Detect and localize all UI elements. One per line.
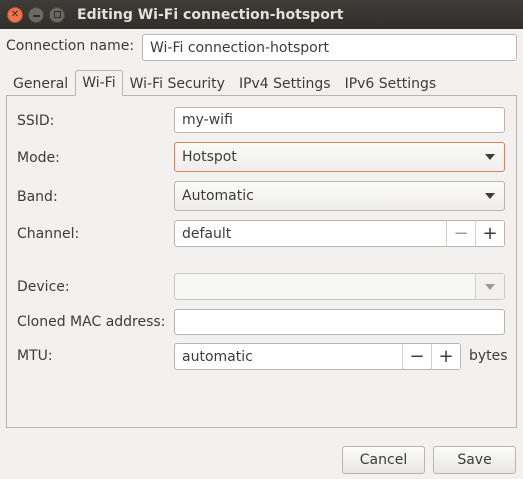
- dropdown-arrow-icon: [485, 193, 495, 199]
- ssid-label: SSID:: [17, 113, 55, 129]
- close-icon: ✕: [10, 8, 20, 20]
- channel-increment-button[interactable]: +: [475, 221, 504, 246]
- mode-dropdown[interactable]: Hotspot: [174, 142, 505, 172]
- mtu-label: MTU:: [17, 348, 53, 364]
- mtu-unit-label: bytes: [469, 348, 508, 364]
- tab-bar: General Wi-Fi Wi-Fi Security IPv4 Settin…: [6, 70, 443, 96]
- band-dropdown[interactable]: Automatic: [174, 181, 505, 211]
- mode-label: Mode:: [17, 150, 60, 166]
- dropdown-arrow-icon: [485, 154, 495, 160]
- channel-label: Channel:: [17, 226, 80, 242]
- mtu-spinner: automatic − +: [174, 343, 461, 370]
- maximize-icon: [53, 11, 61, 18]
- channel-input[interactable]: default: [175, 226, 446, 242]
- cloned-mac-label: Cloned MAC address:: [17, 314, 166, 330]
- ssid-input[interactable]: my-wifi: [174, 107, 505, 133]
- tab-ipv6-settings[interactable]: IPv6 Settings: [338, 70, 444, 96]
- mtu-input[interactable]: automatic: [175, 349, 402, 365]
- device-label: Device:: [17, 279, 70, 295]
- connection-name-input[interactable]: Wi-Fi connection-hotsport: [142, 34, 517, 61]
- band-label: Band:: [17, 189, 58, 205]
- mtu-decrement-button[interactable]: −: [402, 344, 431, 369]
- mode-value: Hotspot: [182, 149, 237, 165]
- connection-name-label: Connection name:: [6, 38, 135, 54]
- close-window-button[interactable]: ✕: [7, 6, 23, 23]
- band-value: Automatic: [182, 188, 254, 204]
- mtu-increment-button[interactable]: +: [431, 344, 460, 369]
- channel-spinner: default − +: [174, 220, 505, 247]
- minimize-icon: [32, 15, 40, 17]
- dropdown-arrow-icon: [485, 284, 495, 290]
- tab-general[interactable]: General: [6, 70, 75, 96]
- tab-wifi-security[interactable]: Wi-Fi Security: [123, 70, 232, 96]
- tab-ipv4-settings[interactable]: IPv4 Settings: [232, 70, 338, 96]
- device-dropdown[interactable]: [174, 273, 505, 300]
- cloned-mac-input[interactable]: [174, 309, 505, 335]
- window-title: Editing Wi-Fi connection-hotsport: [77, 6, 344, 23]
- minimize-window-button[interactable]: [28, 6, 44, 23]
- title-bar: ✕ Editing Wi-Fi connection-hotsport: [0, 0, 523, 29]
- save-button[interactable]: Save: [433, 446, 516, 474]
- maximize-window-button[interactable]: [49, 6, 65, 23]
- tab-wifi[interactable]: Wi-Fi: [75, 70, 123, 96]
- window-controls: ✕: [7, 6, 65, 23]
- cancel-button[interactable]: Cancel: [342, 446, 425, 474]
- channel-decrement-button[interactable]: −: [446, 221, 475, 246]
